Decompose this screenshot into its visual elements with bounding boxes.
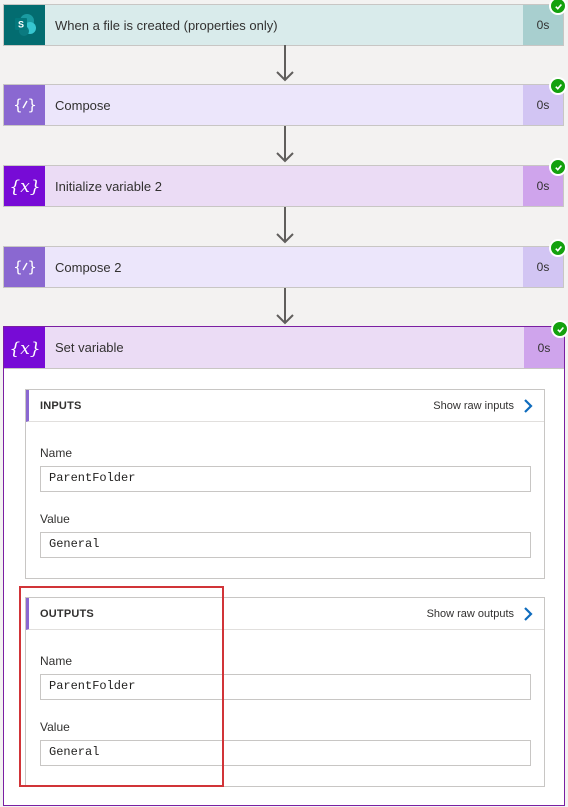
arrow-down-icon xyxy=(276,45,294,82)
step-initialize-variable[interactable]: {x} Initialize variable 2 0s xyxy=(3,158,567,207)
show-raw-inputs-label: Show raw inputs xyxy=(433,399,514,412)
inputs-panel: INPUTS Show raw inputs Name ParentFolder… xyxy=(25,389,545,579)
step-title: Set variable xyxy=(55,340,124,355)
inputs-panel-header: INPUTS Show raw inputs xyxy=(26,390,544,422)
step-title: Initialize variable 2 xyxy=(55,178,162,194)
success-check-icon xyxy=(549,158,567,176)
chevron-right-icon xyxy=(524,398,533,413)
step-compose-2[interactable]: { } Compose 2 0s xyxy=(3,239,567,288)
highlight-box xyxy=(19,586,224,787)
success-check-icon xyxy=(549,0,567,15)
compose-icon: { } xyxy=(4,85,45,125)
step-compose[interactable]: { } Compose 0s xyxy=(3,77,567,126)
arrow-down-icon xyxy=(276,288,294,325)
success-check-icon xyxy=(549,77,567,95)
inputs-value-label: Value xyxy=(40,512,70,526)
step-set-variable[interactable]: {x} Set variable 0s xyxy=(4,320,568,369)
variable-icon: {x} xyxy=(4,327,45,368)
step-title: Compose xyxy=(55,97,111,113)
step-title: Compose 2 xyxy=(55,259,122,275)
chevron-right-icon xyxy=(524,606,533,621)
success-check-icon xyxy=(551,320,568,338)
show-raw-inputs-link[interactable]: Show raw inputs xyxy=(433,398,544,414)
compose-icon: { } xyxy=(4,247,45,287)
svg-text:{x}: {x} xyxy=(9,177,40,197)
svg-text:{x}: {x} xyxy=(9,339,40,359)
show-raw-outputs-label: Show raw outputs xyxy=(426,607,514,620)
step-title: When a file is created (properties only) xyxy=(55,17,278,33)
inputs-value-field[interactable]: General xyxy=(40,532,531,558)
step-trigger[interactable]: S When a file is created (properties onl… xyxy=(3,0,567,46)
success-check-icon xyxy=(549,239,567,257)
sharepoint-icon: S xyxy=(4,5,45,45)
inputs-name-label: Name xyxy=(40,446,73,460)
show-raw-outputs-link[interactable]: Show raw outputs xyxy=(427,606,544,622)
variable-icon: {x} xyxy=(4,166,45,206)
arrow-down-icon xyxy=(276,126,294,163)
inputs-name-field[interactable]: ParentFolder xyxy=(40,466,531,492)
svg-text:S: S xyxy=(17,20,23,30)
arrow-down-icon xyxy=(276,207,294,244)
inputs-header: INPUTS xyxy=(40,399,82,412)
